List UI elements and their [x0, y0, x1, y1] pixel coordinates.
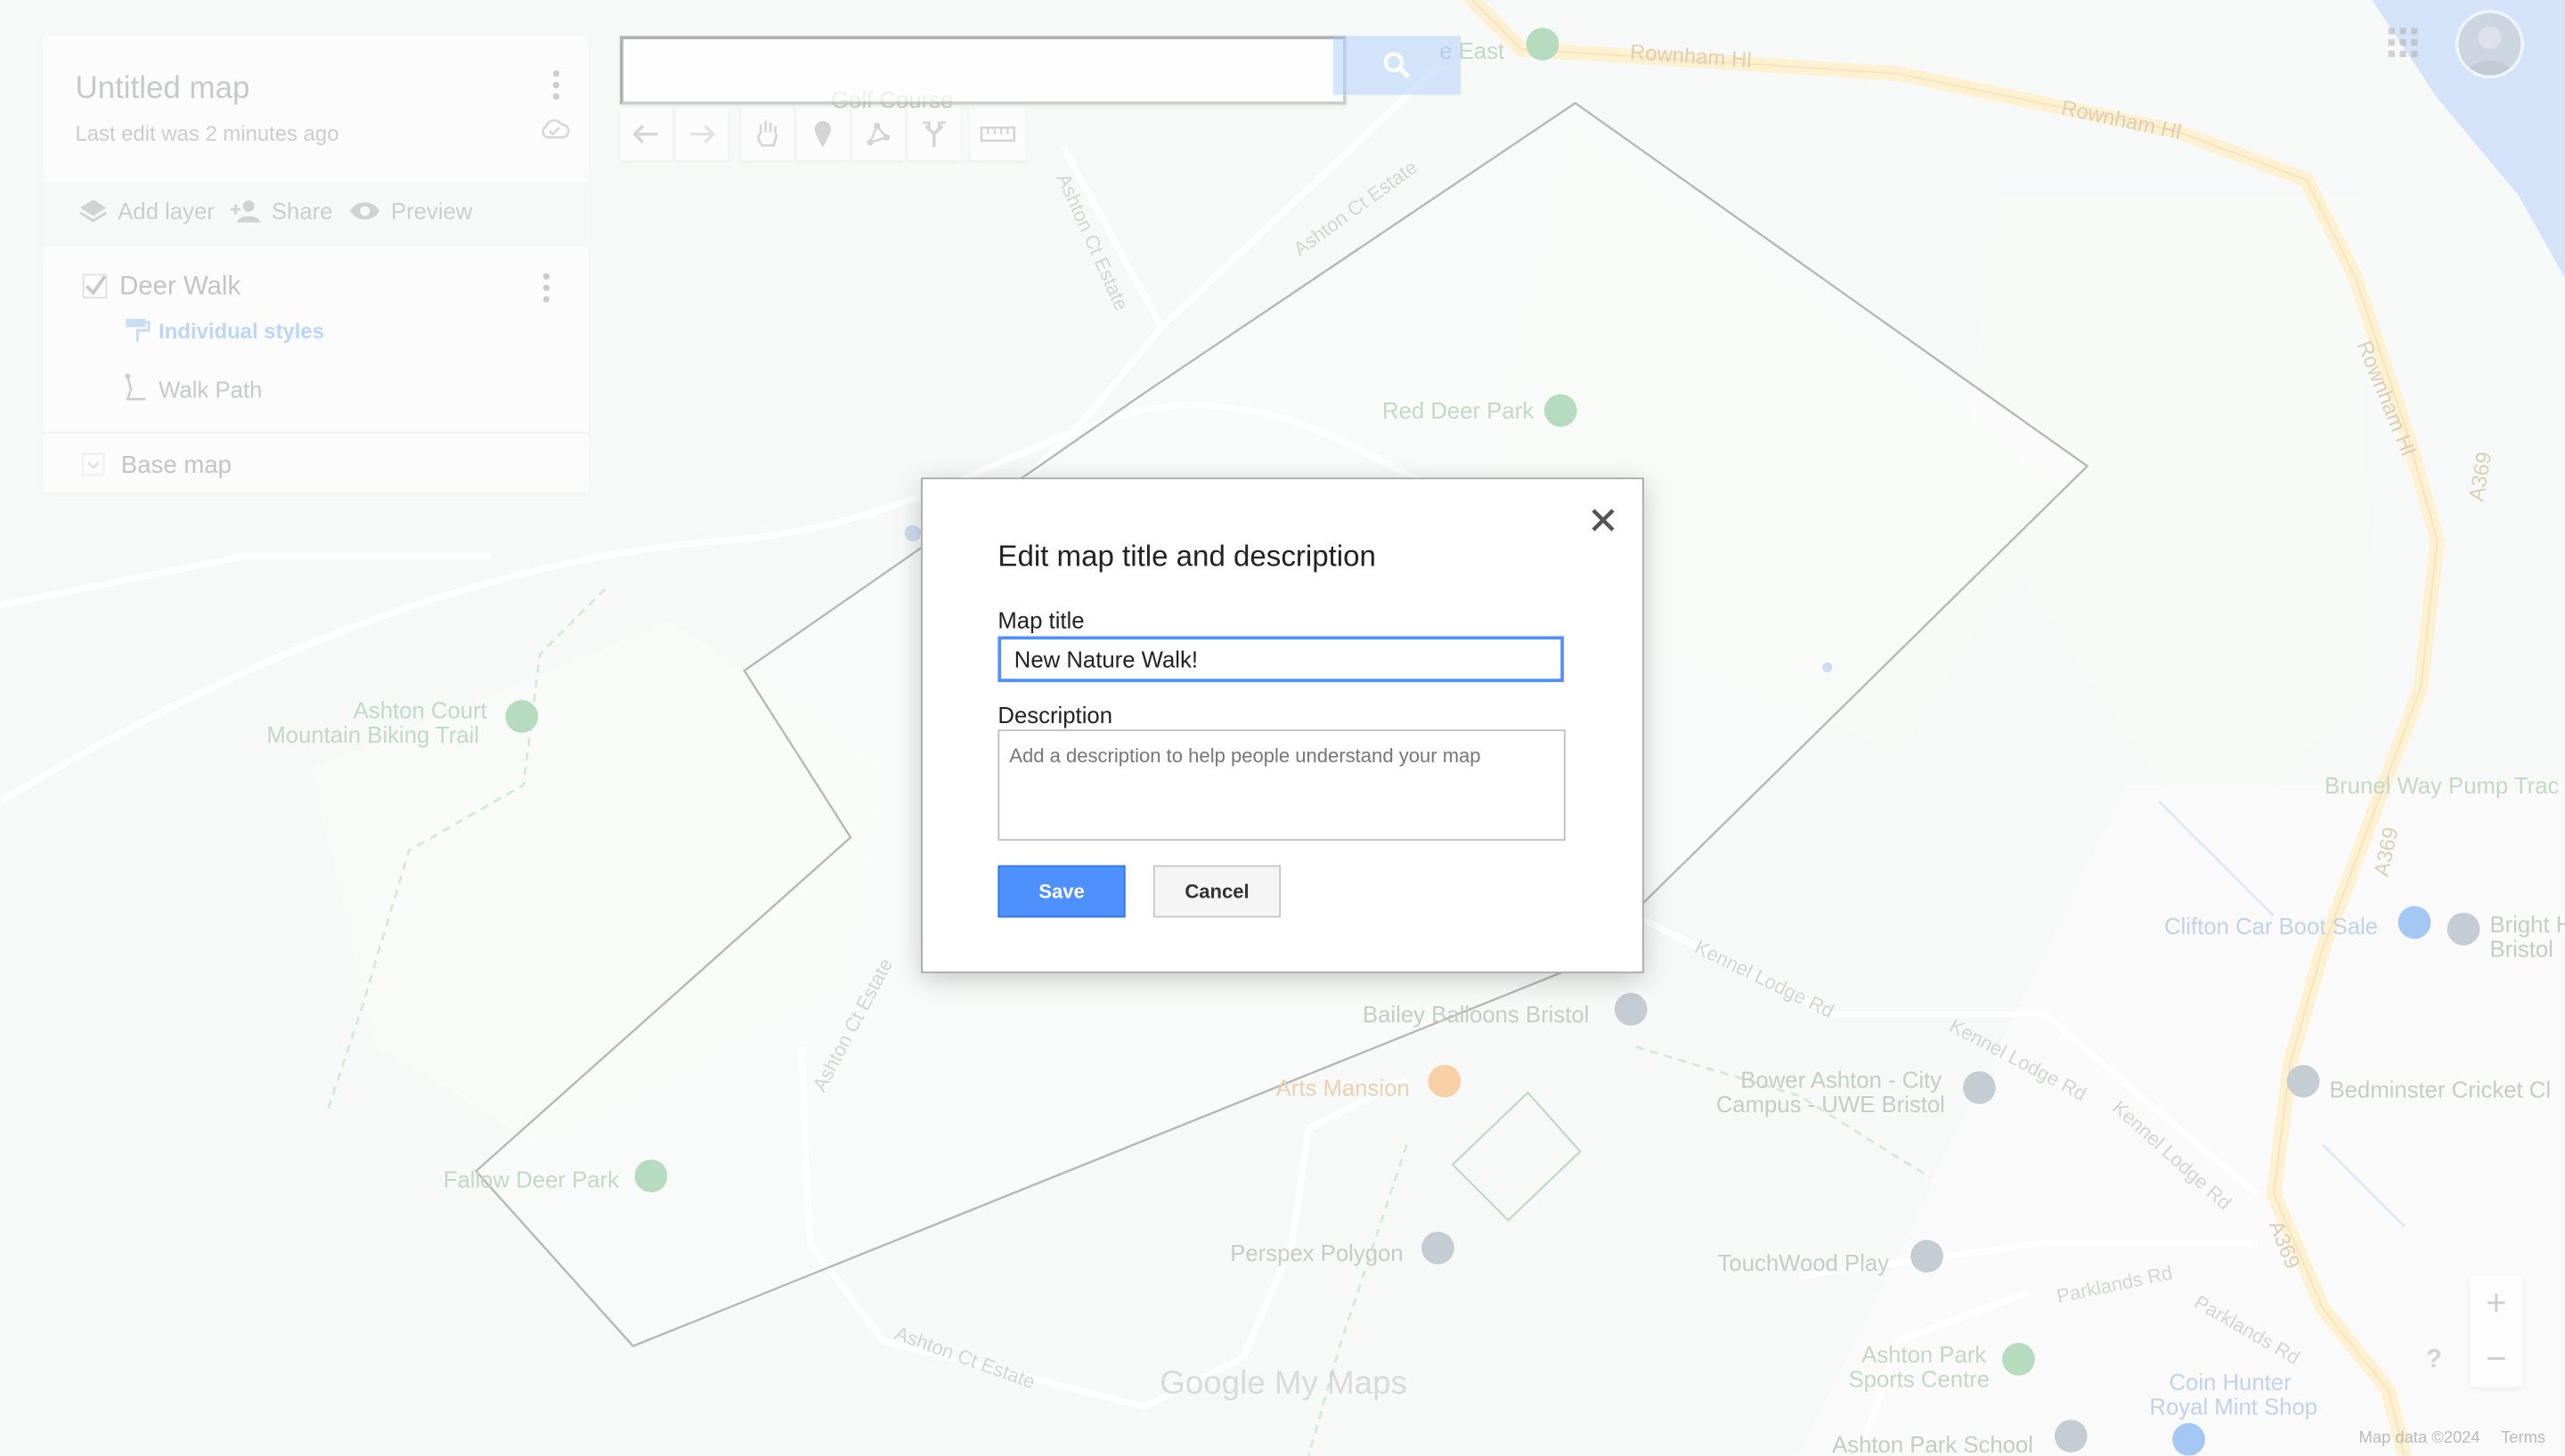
map-title-input[interactable]	[998, 636, 1564, 682]
save-button[interactable]: Save	[998, 865, 1126, 918]
map-title-label: Map title	[998, 606, 1085, 633]
close-icon[interactable]	[1588, 506, 1617, 535]
cancel-button[interactable]: Cancel	[1152, 865, 1282, 918]
description-label: Description	[998, 701, 1113, 728]
edit-map-dialog: Edit map title and description Map title…	[921, 477, 1644, 973]
dialog-title: Edit map title and description	[998, 540, 1376, 573]
description-textarea[interactable]	[998, 729, 1566, 842]
